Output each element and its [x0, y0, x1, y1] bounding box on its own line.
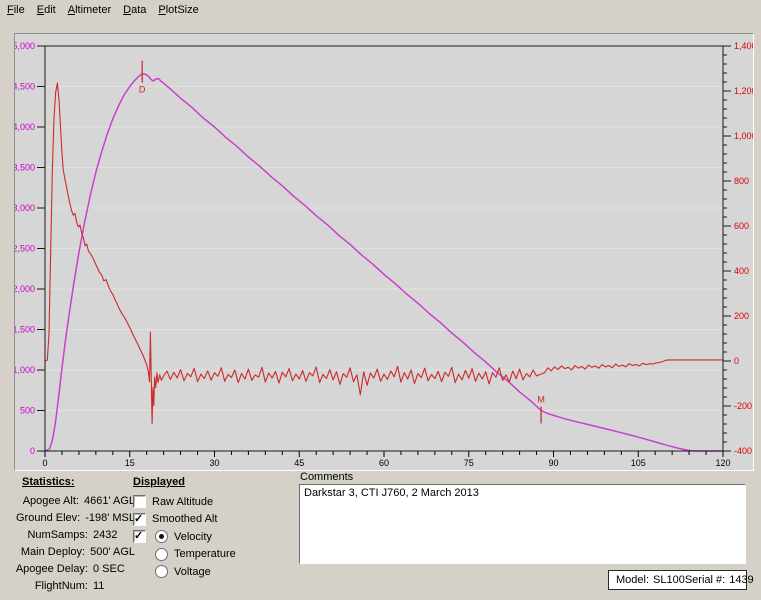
axis-tick-label: 75 — [464, 458, 474, 468]
axis-tick-label: 1,500 — [15, 325, 35, 335]
stat-value: 500' AGL — [90, 546, 135, 558]
axis-tick-label: 30 — [209, 458, 219, 468]
voltage-option: Voltage — [133, 563, 283, 581]
axis-tick-label: 15 — [125, 458, 135, 468]
displayed-panel: Displayed Raw Altitude Smoothed Alt Velo… — [133, 476, 283, 581]
axis-tick-label: 400 — [734, 266, 749, 276]
device-info-box: Model: SL100 Serial #: 1439 — [608, 570, 747, 590]
axis-tick-label: 3,000 — [15, 203, 35, 213]
temperature-label: Temperature — [174, 548, 236, 560]
axis-tick-label: 500 — [20, 406, 35, 416]
stat-row-flightnum: FlightNum: 11 — [10, 577, 135, 594]
axis-tick-label: 600 — [734, 221, 749, 231]
stat-row-ground-elev: Ground Elev: -198' MSL — [10, 509, 135, 526]
x-axis: 0 15 30 45 60 75 90 105 120 — [42, 451, 730, 468]
chart-panel: 0 15 30 45 60 75 90 105 120 0 500 1,000 1,500 2,000 2,… — [14, 33, 754, 471]
smoothed-alt-label: Smoothed Alt — [152, 513, 217, 525]
menu-data[interactable]: Data — [117, 2, 152, 18]
smoothed-alt-option: Smoothed Alt — [133, 511, 283, 529]
axis-tick-label: M — [537, 395, 545, 405]
stat-value: 4661' AGL — [84, 495, 135, 507]
flight-plot: 0 15 30 45 60 75 90 105 120 0 500 1,000 1,500 2,000 2,… — [15, 34, 753, 470]
velocity-radio[interactable] — [155, 530, 168, 543]
axis-tick-label: 4,000 — [15, 122, 35, 132]
axis-tick-label: 1,400 — [734, 41, 753, 51]
menu-plotsize[interactable]: PlotSize — [152, 2, 204, 18]
axis-tick-label: D — [139, 85, 146, 95]
stat-value: 11 — [93, 580, 104, 592]
axis-tick-label: 2,000 — [15, 284, 35, 294]
menu-altimeter[interactable]: Altimeter — [62, 2, 117, 18]
stat-label: NumSamps: — [10, 529, 88, 541]
axis-tick-label: 1,200 — [734, 86, 753, 96]
stat-row-apogee-delay: Apogee Delay: 0 SEC — [10, 560, 135, 577]
axis-tick-label: 60 — [379, 458, 389, 468]
voltage-radio[interactable] — [155, 565, 168, 578]
axis-tick-label: 4,500 — [15, 82, 35, 92]
temperature-option: Temperature — [133, 546, 283, 564]
stat-value: 0 SEC — [93, 563, 125, 575]
smoothed-alt-checkbox[interactable] — [133, 513, 146, 526]
raw-altitude-checkbox[interactable] — [133, 495, 146, 508]
stat-label: Main Deploy: — [10, 546, 85, 558]
left-axis-altitude: 0 500 1,000 1,500 2,000 2,500 3,000 3,500 4,000 4… — [15, 41, 45, 456]
axis-tick-label: 5,000 — [15, 41, 35, 51]
serial-label: Serial #: — [685, 574, 725, 586]
statistics-panel: Statistics: Apogee Alt: 4661' AGL Ground… — [10, 476, 135, 594]
comments-input[interactable]: Darkstar 3, CTI J760, 2 March 2013 — [299, 484, 746, 564]
axis-tick-label: 120 — [715, 458, 730, 468]
velocity-checkbox[interactable] — [133, 530, 146, 543]
temperature-radio[interactable] — [155, 548, 168, 561]
axis-tick-label: -200 — [734, 401, 752, 411]
statistics-heading: Statistics: — [22, 476, 135, 492]
raw-altitude-option: Raw Altitude — [133, 493, 283, 511]
model-value: SL100 — [653, 574, 685, 586]
model-label: Model: — [616, 574, 649, 586]
comments-label: Comments — [300, 471, 353, 483]
menu-edit[interactable]: Edit — [31, 2, 62, 18]
stat-value: -198' MSL — [85, 512, 135, 524]
axis-tick-label: 105 — [631, 458, 646, 468]
axis-tick-label: 3,500 — [15, 163, 35, 173]
axis-tick-label: 1,000 — [734, 131, 753, 141]
stat-label: Apogee Alt: — [10, 495, 79, 507]
stat-label: Ground Elev: — [10, 512, 80, 524]
stat-value: 2432 — [93, 529, 117, 541]
app-window: File Edit Altimeter Data PlotSize 0 15 30 4… — [0, 0, 761, 600]
axis-tick-label: 0 — [42, 458, 47, 468]
axis-tick-label: 0 — [30, 446, 35, 456]
stat-label: FlightNum: — [10, 580, 88, 592]
axis-tick-label: 800 — [734, 176, 749, 186]
axis-tick-label: 2,500 — [15, 244, 35, 254]
stat-row-numsamps: NumSamps: 2432 — [10, 526, 135, 543]
right-axis-velocity: -400 -200 0 200 400 600 800 1,000 1,200 1,400 — [723, 41, 753, 456]
voltage-label: Voltage — [174, 566, 211, 578]
axis-tick-label: 90 — [548, 458, 558, 468]
menu-file[interactable]: File — [1, 2, 31, 18]
stat-row-main-deploy: Main Deploy: 500' AGL — [10, 543, 135, 560]
axis-tick-label: 200 — [734, 311, 749, 321]
axis-tick-label: -400 — [734, 446, 752, 456]
menu-bar: File Edit Altimeter Data PlotSize — [0, 0, 761, 19]
stat-row-apogee-alt: Apogee Alt: 4661' AGL — [10, 492, 135, 509]
displayed-heading: Displayed — [133, 476, 283, 491]
axis-tick-label: 1,000 — [15, 365, 35, 375]
serial-value: 1439 — [729, 574, 753, 586]
raw-altitude-label: Raw Altitude — [152, 496, 213, 508]
velocity-label: Velocity — [174, 531, 212, 543]
axis-tick-label: 45 — [294, 458, 304, 468]
stat-label: Apogee Delay: — [10, 563, 88, 575]
velocity-option: Velocity — [133, 528, 283, 546]
axis-tick-label: 0 — [734, 356, 739, 366]
